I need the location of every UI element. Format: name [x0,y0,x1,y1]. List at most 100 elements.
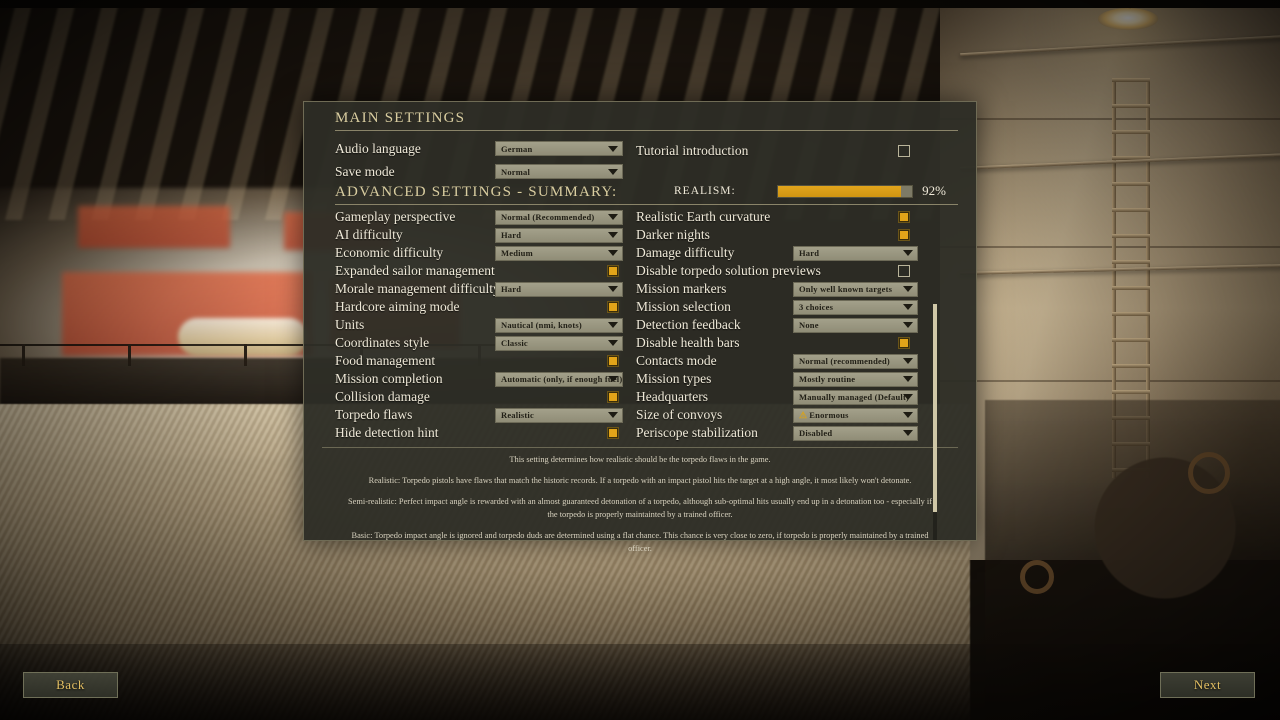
dropdown-detection-feedback[interactable]: None [793,317,918,333]
chevron-down-icon [903,286,913,292]
chevron-down-icon [903,376,913,382]
checkbox-disable-health-bars[interactable] [898,337,910,349]
dropdown-audio-language[interactable]: German [495,141,623,156]
chevron-down-icon [903,412,913,418]
setting-label: Mission selection [636,299,731,314]
dropdown-value: Only well known targets [799,284,893,294]
setting-label: Economic difficulty [335,245,444,260]
chevron-down-icon [903,358,913,364]
chevron-down-icon [903,394,913,400]
dropdown-economic-difficulty[interactable]: Medium [495,245,623,261]
setting-row-darker-nights: Darker nights [636,227,944,243]
setting-label: Detection feedback [636,317,741,332]
back-button[interactable]: Back [23,672,118,698]
section-divider [335,130,958,131]
dropdown-morale-management-difficulty[interactable]: Hard [495,281,623,297]
setting-label: Gameplay perspective [335,209,456,224]
next-button[interactable]: Next [1160,672,1255,698]
dropdown-value: Automatic (only, if enough fuel) [501,374,623,384]
dropdown-value: Mostly routine [799,374,856,384]
setting-label: Food management [335,353,436,368]
ceiling-lamp [1098,8,1158,30]
setting-label: AI difficulty [335,227,403,242]
settings-scrollbar-track[interactable] [933,304,937,540]
dropdown-value: Normal [501,166,531,177]
dropdown-value: 3 choices [799,302,834,312]
checkbox-realistic-earth-curvature[interactable] [898,211,910,223]
setting-label: Disable health bars [636,335,740,350]
setting-row-mission-markers: Mission markers Only well known targets [636,281,944,297]
description-line-1: This setting determines how realistic sh… [509,455,771,464]
realism-meter: REALISM: 92% [646,183,946,199]
dropdown-value: Normal (recommended) [799,356,890,366]
setting-row-coordinates-style: Coordinates style Classic [335,335,623,351]
dropdown-units[interactable]: Nautical (nmi, knots) [495,317,623,333]
settings-scrollbar-thumb[interactable] [933,304,937,512]
dropdown-contacts-mode[interactable]: Normal (recommended) [793,353,918,369]
dropdown-mission-selection[interactable]: 3 choices [793,299,918,315]
main-settings-right-column: Tutorial introduction [622,136,944,182]
fuel-tank [178,318,308,356]
setting-row-units: Units Nautical (nmi, knots) [335,317,623,333]
checkbox-food-management[interactable] [607,355,619,367]
setting-label: Size of convoys [636,407,723,422]
setting-row-disable-health-bars: Disable health bars [636,335,944,351]
checkbox-disable-torpedo-solution-previews[interactable] [898,265,910,277]
setting-label: Audio language [335,140,421,156]
chevron-down-icon [608,214,618,220]
setting-row-headquarters: Headquarters Manually managed (Default) [636,389,944,405]
dropdown-value: Manually managed (Default) [799,392,910,402]
checkbox-hardcore-aiming-mode[interactable] [607,301,619,313]
realism-progress-fill [777,185,902,197]
checkbox-expanded-sailor-management[interactable] [607,265,619,277]
dropdown-torpedo-flaws[interactable]: Realistic [495,407,623,423]
chevron-down-icon [903,430,913,436]
chevron-down-icon [608,340,618,346]
checkbox-darker-nights[interactable] [898,229,910,241]
dropdown-gameplay-perspective[interactable]: Normal (Recommended) [495,209,623,225]
dropdown-coordinates-style[interactable]: Classic [495,335,623,351]
setting-label: Darker nights [636,227,710,242]
section-divider [335,204,958,205]
dropdown-mission-completion[interactable]: Automatic (only, if enough fuel) [495,371,623,387]
settings-panel: MAIN SETTINGS Audio language German Save m… [303,101,977,553]
chevron-down-icon [608,168,618,175]
chevron-down-icon [903,304,913,310]
hangar-window [78,206,230,248]
dropdown-value: Enormous [809,410,849,420]
checkbox-tutorial-introduction[interactable] [898,144,910,157]
setting-row-tutorial-introduction: Tutorial introduction [636,140,944,161]
dropdown-headquarters[interactable]: Manually managed (Default) [793,389,918,405]
setting-label: Mission completion [335,371,443,386]
setting-row-expanded-sailor-management: Expanded sailor management [335,263,622,279]
chevron-down-icon [608,145,618,152]
dropdown-damage-difficulty[interactable]: Hard [793,245,918,261]
main-settings-title: MAIN SETTINGS [335,110,466,126]
dropdown-periscope-stabilization[interactable]: Disabled [793,425,918,441]
setting-row-save-mode: Save mode Normal [335,161,623,182]
setting-label: Realistic Earth curvature [636,209,771,224]
realism-progress-track [776,184,914,198]
dropdown-mission-markers[interactable]: Only well known targets [793,281,918,297]
setting-label: Headquarters [636,389,708,404]
checkbox-hide-detection-hint[interactable] [607,427,619,439]
dropdown-mission-types[interactable]: Mostly routine [793,371,918,387]
setting-label: Tutorial introduction [636,142,749,158]
description-line-4: Basic: Torpedo impact angle is ignored a… [351,531,929,554]
advanced-left-column: Gameplay perspective Normal (Recommended)… [304,207,623,441]
setting-description: This setting determines how realistic sh… [322,447,958,555]
dropdown-size-of-convoys[interactable]: ⚠ Enormous [793,407,918,423]
setting-label: Coordinates style [335,335,430,350]
checkbox-collision-damage[interactable] [607,391,619,403]
dropdown-save-mode[interactable]: Normal [495,164,623,179]
chevron-down-icon [608,250,618,256]
dropdown-ai-difficulty[interactable]: Hard [495,227,623,243]
dropdown-value: Medium [501,248,533,258]
warning-triangle-icon: ⚠ [799,409,808,420]
main-settings-left-column: Audio language German Save mode Normal [304,136,623,182]
setting-label: Units [335,317,365,332]
dropdown-value: Disabled [799,428,833,438]
letterbox-bottom [0,644,1280,720]
description-line-3: Semi-realistic: Perfect impact angle is … [348,497,932,520]
dropdown-value: German [501,143,533,154]
